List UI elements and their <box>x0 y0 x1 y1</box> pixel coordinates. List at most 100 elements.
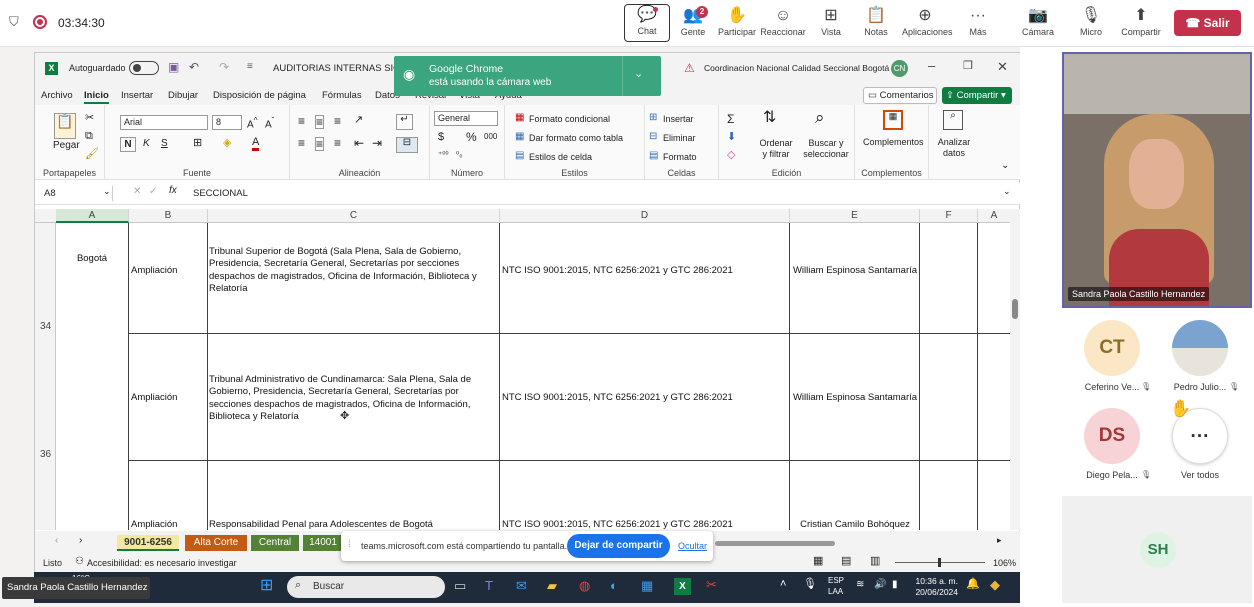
format-as-table-button[interactable]: Dar formato como tabla <box>529 133 623 143</box>
menu-tab-insertar[interactable]: Insertar <box>121 90 153 101</box>
find-select-button[interactable]: Buscar y seleccionar <box>801 138 851 160</box>
speaker-video[interactable]: Sandra Paola Castillo Hernandez <box>1062 52 1252 308</box>
toolbar-más-button[interactable]: ··· Más <box>955 6 1001 37</box>
notification-bell-icon[interactable]: 🔔 <box>966 579 980 590</box>
column-header-c[interactable]: C <box>208 209 500 223</box>
cell-d[interactable]: NTC ISO 9001:2015, NTC 6256:2021 y GTC 2… <box>502 392 787 404</box>
align-bottom-icon[interactable]: ≡ <box>334 115 341 127</box>
cancel-formula-icon[interactable]: ✕ <box>133 187 141 197</box>
orientation-icon[interactable]: ↗ <box>354 115 363 126</box>
camera-in-use-notification[interactable]: ◉ Google Chrome está usando la cámara we… <box>394 56 661 96</box>
menu-tab-inicio[interactable]: Inicio <box>84 90 109 104</box>
horizontal-scrollbar-thumb[interactable] <box>715 541 835 546</box>
conditional-format-button[interactable]: Formato condicional <box>529 114 610 124</box>
format-cells-button[interactable]: Formato <box>663 152 697 162</box>
percent-icon[interactable]: % <box>466 131 477 143</box>
share-button[interactable]: ⇪ Compartir ▾ <box>942 87 1012 104</box>
self-video-tile[interactable]: SH <box>1062 496 1252 603</box>
collapse-ribbon-icon[interactable]: ⌄ <box>1001 161 1009 171</box>
save-icon[interactable]: ▣ <box>168 61 179 73</box>
toolbar-micro-button[interactable]: 🎙 Micro <box>1068 6 1114 37</box>
menu-tab-frmulas[interactable]: Fórmulas <box>322 90 362 101</box>
sheet-tab[interactable]: Central <box>251 535 299 551</box>
teams-app-icon[interactable]: T <box>485 579 493 592</box>
number-format-select[interactable]: General <box>434 111 498 126</box>
leave-button[interactable]: ☎ Salir <box>1174 10 1241 36</box>
toolbar-vista-button[interactable]: ⊞ Vista <box>808 6 854 37</box>
drag-handle-icon[interactable]: ⁞ <box>348 540 351 550</box>
hide-link[interactable]: Ocultar <box>678 541 707 551</box>
minimize-icon[interactable]: – <box>928 59 935 72</box>
cell-e[interactable]: Cristian Camilo Bohóquez <box>790 519 920 530</box>
cell-d[interactable]: NTC ISO 9001:2015, NTC 6256:2021 y GTC 2… <box>502 265 787 277</box>
insert-cells-button[interactable]: Insertar <box>663 114 694 124</box>
bold-icon[interactable]: N <box>120 137 136 152</box>
excel-app-icon[interactable]: X <box>674 578 691 595</box>
edge-app-icon[interactable]: ◐ <box>610 579 618 592</box>
column-header-b[interactable]: B <box>129 209 208 223</box>
cell-styles-button[interactable]: Estilos de celda <box>529 152 592 162</box>
row-number[interactable]: 34 <box>35 321 56 332</box>
fill-icon[interactable]: ⬇ <box>727 132 736 143</box>
prev-sheet-icon[interactable]: ‹ <box>55 536 58 546</box>
analyze-data-button[interactable]: Analizar datos <box>934 137 974 159</box>
row-number[interactable]: 36 <box>35 449 56 460</box>
column-header-e[interactable]: E <box>790 209 920 223</box>
align-top-icon[interactable]: ≡ <box>298 115 305 127</box>
decrease-indent-icon[interactable]: ⇤ <box>354 137 364 149</box>
insert-function-icon[interactable]: fx <box>169 186 177 196</box>
delete-cells-button[interactable]: Eliminar <box>663 133 696 143</box>
spreadsheet-grid[interactable]: 34 36 Bogotá Ampliación Tribunal Superio… <box>35 223 1010 530</box>
page-layout-icon[interactable]: ▤ <box>841 556 851 567</box>
cell-d[interactable]: NTC ISO 9001:2015, NTC 6256:2021 y GTC 2… <box>502 519 787 530</box>
decrease-decimal-icon[interactable]: ⁰₀ <box>456 151 463 159</box>
vertical-scrollbar[interactable] <box>1010 209 1020 530</box>
toolbar-gente-button[interactable]: 👥 Gente 2 <box>670 6 716 37</box>
undo-icon[interactable]: ↶ <box>189 61 199 73</box>
cell-a-seccional[interactable]: Bogotá <box>57 253 127 265</box>
formula-input[interactable]: SECCIONAL <box>193 188 248 199</box>
column-header-d[interactable]: D <box>500 209 790 223</box>
cell-e[interactable]: William Espinosa Santamaría <box>790 392 920 404</box>
wifi-icon[interactable]: ≋ <box>856 580 864 590</box>
toolbar-aplicaciones-button[interactable]: ⊕ Aplicaciones <box>902 6 953 37</box>
align-center-icon[interactable]: ≡ <box>315 137 325 151</box>
scrollbar-thumb[interactable] <box>1012 299 1018 319</box>
fill-color-icon[interactable]: ◈ <box>223 138 231 149</box>
page-break-icon[interactable]: ▥ <box>870 556 880 567</box>
align-right-icon[interactable]: ≡ <box>334 137 341 149</box>
clock-time[interactable]: 10:36 a. m. <box>912 576 958 586</box>
redo-icon[interactable]: ↷ <box>219 61 229 73</box>
italic-icon[interactable]: K <box>143 139 150 149</box>
borders-icon[interactable]: ⊞ <box>193 138 202 149</box>
menu-tab-disposicindepgina[interactable]: Disposición de página <box>213 90 306 101</box>
taskbar-search[interactable]: ⌕ Buscar <box>287 576 445 598</box>
font-name-select[interactable]: Arial <box>120 115 208 130</box>
file-explorer-icon[interactable]: ▰ <box>547 579 557 592</box>
currency-icon[interactable]: $ <box>438 132 444 143</box>
cell-e[interactable]: William Espinosa Santamaría <box>790 265 920 277</box>
customize-toolbar-icon[interactable]: ≡ <box>247 62 253 72</box>
sort-filter-button[interactable]: Ordenar y filtrar <box>756 138 796 160</box>
cell-b[interactable]: Ampliación <box>131 392 177 404</box>
task-view-icon[interactable]: ▭ <box>454 579 466 592</box>
cut-icon[interactable]: ✂ <box>85 113 94 124</box>
name-box-dropdown-icon[interactable]: ⌄ <box>103 187 111 196</box>
restore-icon[interactable]: ❐ <box>963 61 973 72</box>
confirm-formula-icon[interactable]: ✓ <box>149 187 157 197</box>
participant-avatar[interactable] <box>1172 320 1228 376</box>
comments-button[interactable]: ▭ Comentarios <box>863 87 937 104</box>
participant-avatar[interactable]: CT <box>1084 320 1140 376</box>
sheet-tab[interactable]: Alta Corte <box>185 535 247 551</box>
grow-font-icon[interactable]: A^ <box>247 116 258 130</box>
column-header-g[interactable]: A <box>978 209 1010 223</box>
language-indicator[interactable]: ESP <box>828 576 844 585</box>
toolbar-reaccionar-button[interactable]: ☺ Reaccionar <box>760 6 806 37</box>
toolbar-participar-button[interactable]: ✋ Participar <box>714 6 760 37</box>
wrap-text-icon[interactable]: ↵ <box>396 114 413 130</box>
participant-avatar[interactable]: DS <box>1084 408 1140 464</box>
increase-indent-icon[interactable]: ⇥ <box>372 137 382 149</box>
autosave-toggle[interactable] <box>129 61 159 75</box>
stop-sharing-button[interactable]: Dejar de compartir <box>567 534 670 558</box>
align-middle-icon[interactable]: ≡ <box>315 115 325 129</box>
